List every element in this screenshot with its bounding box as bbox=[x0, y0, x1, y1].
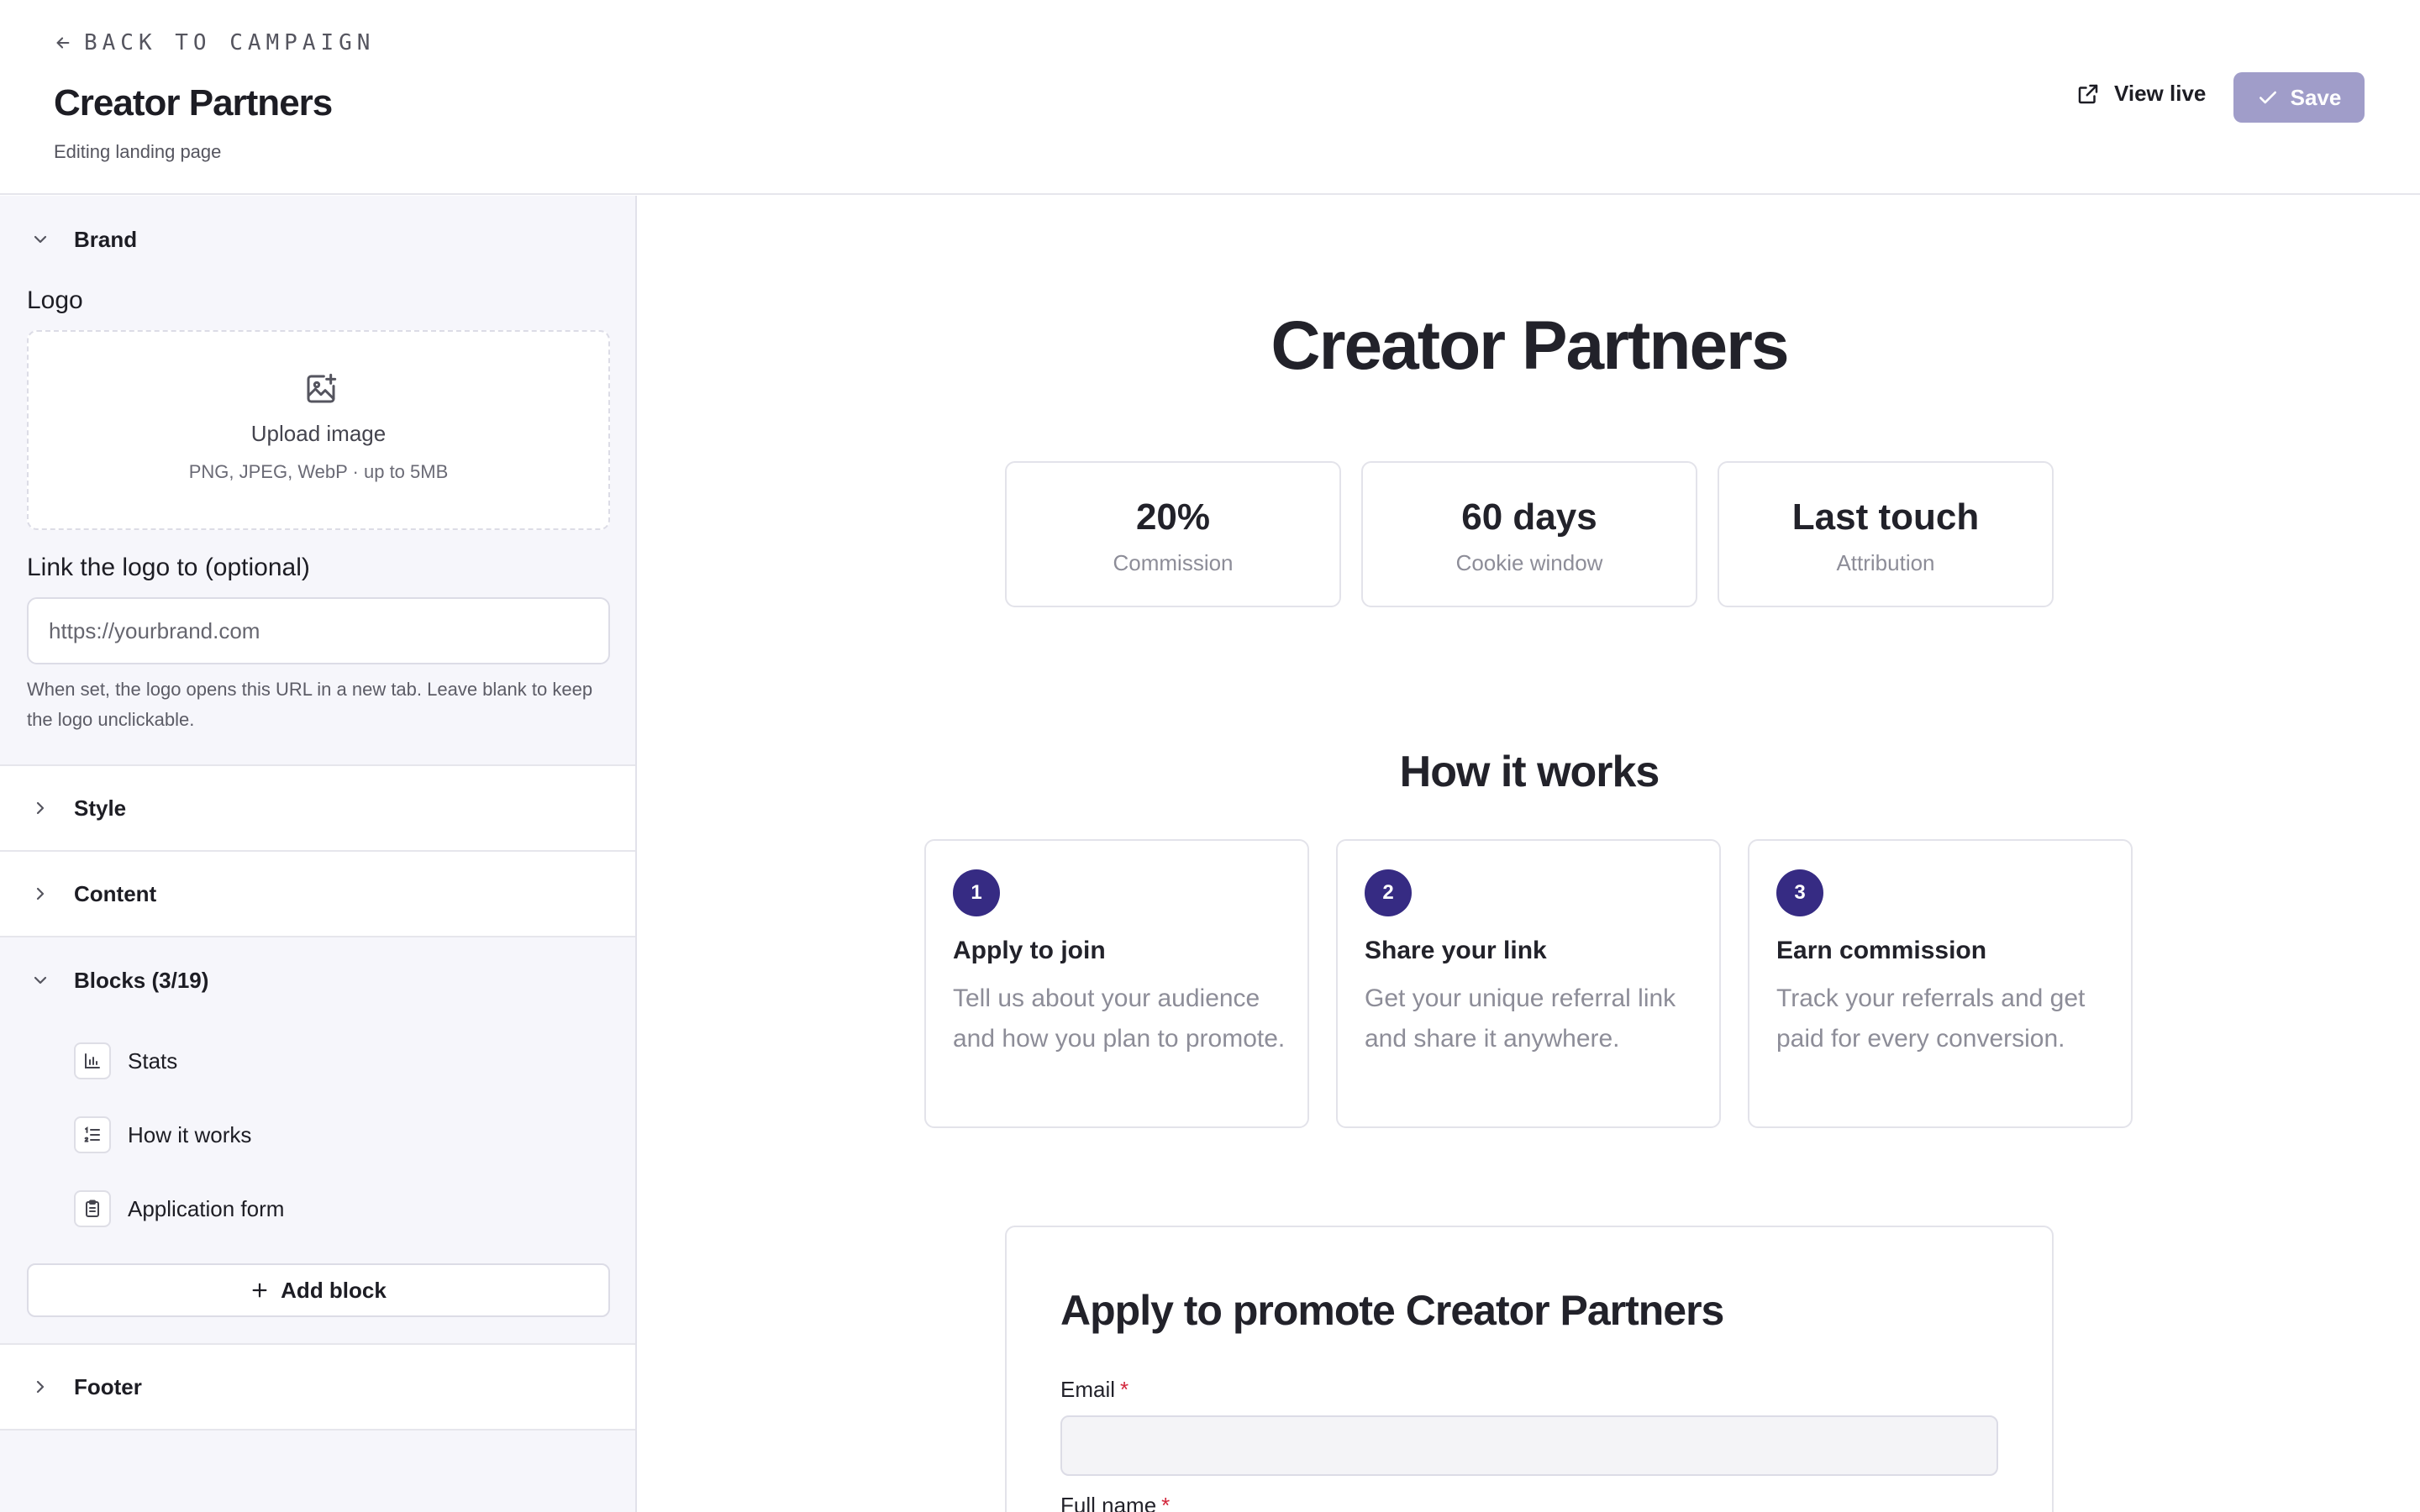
save-label: Save bbox=[2290, 84, 2342, 110]
step-description: Track your referrals and get paid for ev… bbox=[1776, 984, 2086, 1053]
chevron-right-icon bbox=[36, 887, 45, 900]
page-title: Creator Partners bbox=[54, 82, 333, 123]
logo-upload-dropzone[interactable]: Upload image PNG, JPEG, WebP · up to 5MB bbox=[27, 330, 610, 530]
block-item-how-it-works[interactable]: How it works bbox=[74, 1110, 595, 1160]
chevron-right-icon bbox=[36, 801, 45, 815]
section-style-label: Style bbox=[74, 795, 127, 821]
logo-link-help-text: When set, the logo opens this URL in a n… bbox=[27, 679, 593, 730]
back-link-label: BACK TO CAMPAIGN bbox=[84, 30, 376, 55]
stat-card: Last touch Attribution bbox=[1718, 461, 2054, 607]
step-description: Tell us about your audience and how you … bbox=[953, 984, 1286, 1053]
section-footer-toggle[interactable]: Footer bbox=[0, 1345, 635, 1431]
stat-label: Commission bbox=[1113, 550, 1234, 575]
view-live-label: View live bbox=[2114, 81, 2207, 106]
chevron-down-icon bbox=[34, 235, 47, 244]
block-item-label: Stats bbox=[128, 1047, 178, 1074]
arrow-left-icon bbox=[56, 37, 70, 49]
chevron-right-icon bbox=[36, 1380, 45, 1394]
stat-value: 20% bbox=[1135, 496, 1211, 538]
stat-card: 60 days Cookie window bbox=[1361, 461, 1697, 607]
image-plus-icon bbox=[307, 373, 337, 403]
view-live-button[interactable]: View live bbox=[2075, 81, 2206, 107]
how-it-works-title: How it works bbox=[1399, 748, 1660, 796]
preview-hero-title: Creator Partners bbox=[1270, 307, 1789, 384]
email-field[interactable] bbox=[1060, 1415, 1998, 1476]
section-content-label: Content bbox=[74, 880, 157, 906]
upload-hint: PNG, JPEG, WebP · up to 5MB bbox=[188, 461, 449, 482]
step-title: Earn commission bbox=[1776, 937, 1987, 964]
section-blocks-label: Blocks (3/19) bbox=[74, 967, 209, 993]
upload-title: Upload image bbox=[250, 421, 387, 446]
landing-page-preview: Creator Partners 20% Commission 60 days … bbox=[639, 196, 2420, 1512]
block-item-application-form[interactable]: Application form bbox=[74, 1184, 595, 1234]
block-item-label: Application form bbox=[128, 1195, 285, 1221]
application-form-card: Apply to promote Creator Partners Email *… bbox=[1005, 1226, 2054, 1512]
page-header: BACK TO CAMPAIGN Creator Partners Editin… bbox=[0, 0, 2420, 195]
required-marker: * bbox=[1161, 1493, 1171, 1512]
section-content-toggle[interactable]: Content bbox=[0, 852, 635, 937]
required-marker: * bbox=[1120, 1377, 1129, 1402]
add-block-label: Add block bbox=[281, 1277, 387, 1303]
step-title: Share your link bbox=[1365, 937, 1547, 964]
stat-label: Attribution bbox=[1836, 550, 1935, 575]
section-brand-toggle[interactable]: Brand bbox=[0, 196, 635, 283]
email-field-label: Email * bbox=[1060, 1377, 1128, 1403]
section-footer-label: Footer bbox=[74, 1373, 142, 1399]
stat-value: Last touch bbox=[1791, 496, 1980, 538]
logo-link-input[interactable] bbox=[27, 597, 610, 664]
logo-link-label: Link the logo to (optional) bbox=[27, 554, 310, 581]
section-brand-label: Brand bbox=[74, 226, 138, 252]
clipboard-icon bbox=[74, 1190, 111, 1227]
full-name-label-text: Full name bbox=[1060, 1493, 1157, 1512]
application-form-title: Apply to promote Creator Partners bbox=[1060, 1287, 1724, 1334]
save-button[interactable]: Save bbox=[2233, 72, 2365, 123]
logo-label: Logo bbox=[27, 286, 83, 314]
list-ordered-icon bbox=[74, 1116, 111, 1153]
step-card: 1 Apply to join Tell us about your audie… bbox=[924, 839, 1309, 1128]
step-description: Get your unique referral link and share … bbox=[1365, 984, 1676, 1053]
step-title: Apply to join bbox=[953, 937, 1106, 964]
stat-card: 20% Commission bbox=[1005, 461, 1341, 607]
full-name-field-label: Full name * bbox=[1060, 1493, 1170, 1512]
email-label-text: Email bbox=[1060, 1377, 1116, 1402]
step-number-badge: 2 bbox=[1365, 869, 1412, 916]
check-icon bbox=[2259, 91, 2276, 104]
bar-chart-icon bbox=[74, 1042, 111, 1079]
section-style-toggle[interactable]: Style bbox=[0, 766, 635, 852]
step-number-badge: 3 bbox=[1776, 869, 1823, 916]
add-block-button[interactable]: Add block bbox=[27, 1263, 610, 1317]
external-link-icon bbox=[2078, 84, 2098, 103]
page-subtitle: Editing landing page bbox=[54, 141, 222, 162]
chevron-down-icon bbox=[34, 976, 47, 984]
section-blocks-toggle[interactable]: Blocks (3/19) bbox=[0, 937, 635, 1023]
step-number-badge: 1 bbox=[953, 869, 1000, 916]
block-item-label: How it works bbox=[128, 1121, 252, 1147]
editor-sidebar: Brand Logo Upload image PNG, JPEG, WebP … bbox=[0, 196, 637, 1512]
back-to-campaign-link[interactable]: BACK TO CAMPAIGN bbox=[54, 30, 375, 55]
step-card: 2 Share your link Get your unique referr… bbox=[1336, 839, 1721, 1128]
plus-icon bbox=[252, 1283, 267, 1298]
step-card: 3 Earn commission Track your referrals a… bbox=[1748, 839, 2133, 1128]
stat-label: Cookie window bbox=[1455, 550, 1603, 575]
stat-value: 60 days bbox=[1461, 496, 1597, 538]
block-item-stats[interactable]: Stats bbox=[74, 1036, 595, 1086]
